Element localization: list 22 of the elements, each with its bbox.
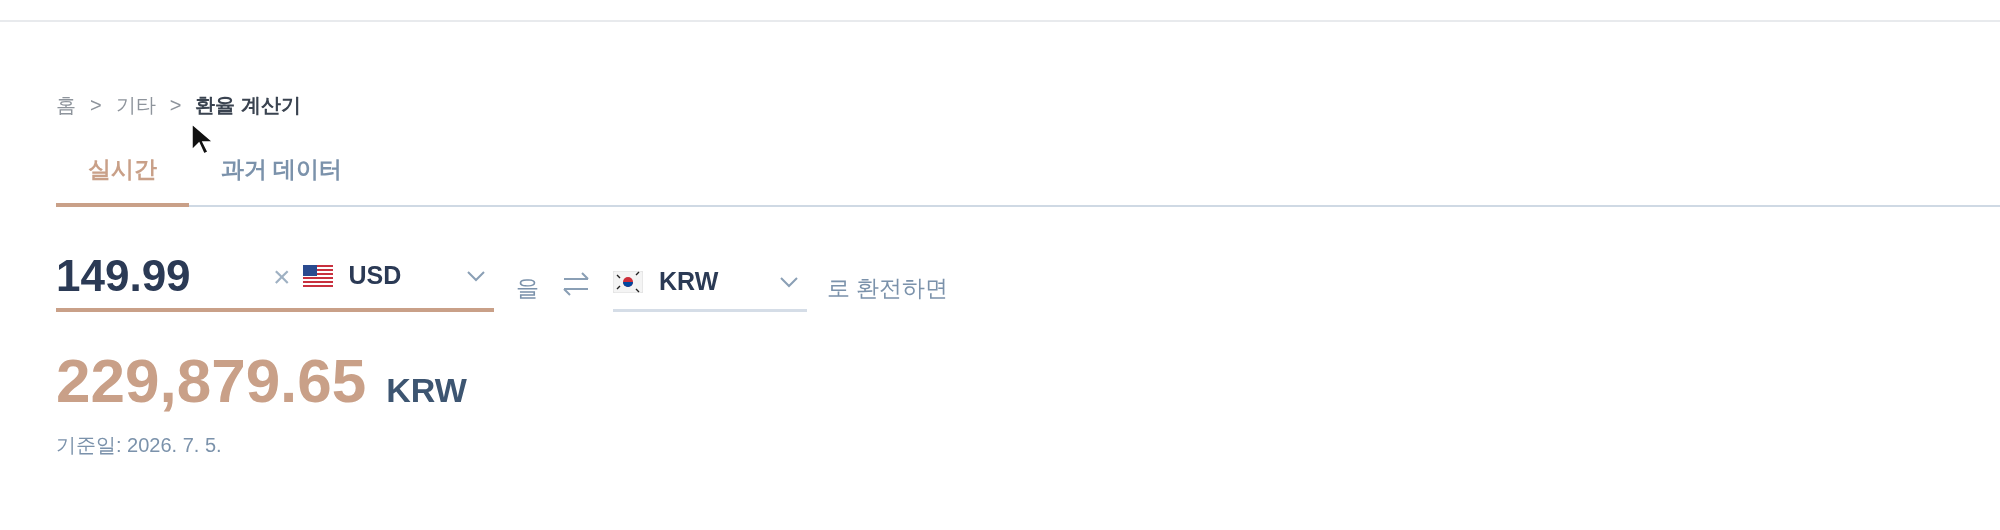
tab[interactable]: 실시간 [56,142,189,207]
chevron-icon [466,269,486,283]
amount-field[interactable]: 149.99 [56,243,261,309]
clear-button[interactable]: × [261,253,303,299]
currency-code: KRW [386,369,467,411]
breadcrumb-link[interactable]: 홈 [56,90,76,120]
tab[interactable]: 과거 데이터 [189,142,375,207]
currency-select[interactable]: USD [348,257,402,295]
cursor-icon [190,122,214,156]
currency-select[interactable]: KRW [613,255,807,312]
breadcrumb-link[interactable]: 기타 [115,90,156,120]
breadcrumb-separator: > [169,93,182,118]
reference-date: 기준일: 2026. 7. 5. [56,432,223,458]
converted-amount: 229,879.65 [56,349,367,412]
breadcrumb-current: 환율 계산기 [195,93,301,118]
breadcrumb-separator: > [90,93,102,118]
flag-icon [613,271,643,293]
chevron-icon [779,275,799,289]
swap-icon[interactable] [563,271,589,296]
flag-icon [302,265,333,287]
suffix-text: 로 환전하면 [827,274,949,303]
particle-text: 을 [516,274,539,303]
